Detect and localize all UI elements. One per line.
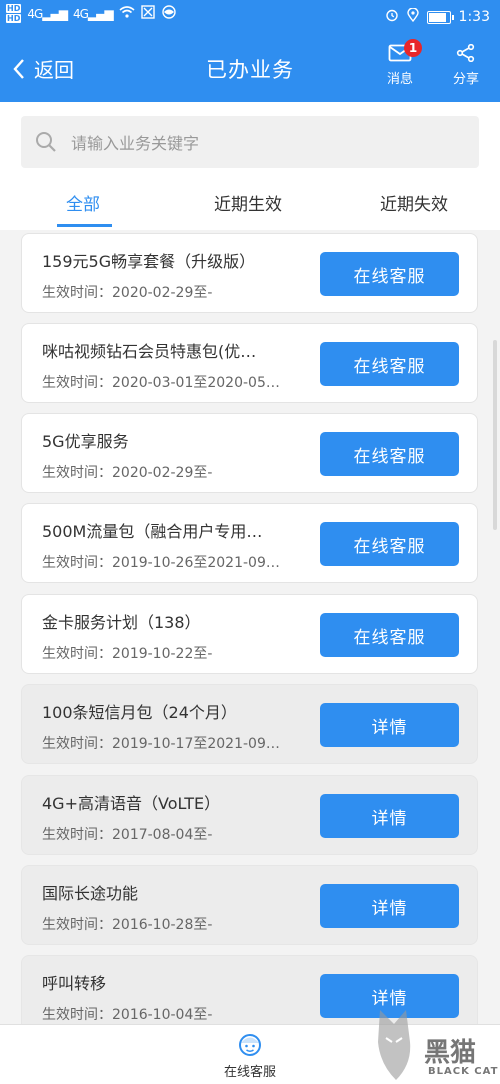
item-date: 生效时间：2019-10-17至2021-09… [42, 736, 280, 752]
online-service-button[interactable]: 在线客服 [320, 613, 459, 657]
list-item: 金卡服务计划（138） 生效时间：2019-10-22至- 在线客服 [21, 594, 478, 674]
online-service-label: 在线客服 [223, 1065, 276, 1080]
list-item: 500M流量包（融合用户专用… 生效时间：2019-10-26至2021-09…… [21, 503, 478, 583]
tab-recently-expired[interactable]: 近期失效 [380, 190, 448, 215]
customer-service-icon [239, 1034, 261, 1056]
details-button[interactable]: 详情 [320, 703, 459, 747]
unread-badge: 1 [404, 39, 422, 57]
item-name: 159元5G畅享套餐（升级版） [42, 252, 256, 271]
nav-header: 返回 已办业务 1 消息 分享 [0, 34, 500, 102]
status-bar: HD HD 4G▂▄▆ 4G▂▄▆ 1:33 [0, 0, 500, 34]
alarm-icon [385, 8, 399, 26]
details-button[interactable]: 详情 [320, 794, 459, 838]
share-label: 分享 [452, 72, 479, 87]
tab-recently-effective[interactable]: 近期生效 [214, 190, 282, 215]
messages-label: 消息 [386, 72, 413, 87]
item-date: 生效时间：2016-10-04至- [42, 1007, 213, 1023]
tab-underline [57, 224, 112, 227]
item-date: 生效时间：2020-03-01至2020-05… [42, 375, 280, 391]
search-box [21, 116, 479, 170]
black-cat-logo-icon [378, 1010, 411, 1080]
details-button[interactable]: 详情 [320, 884, 459, 928]
watermark: 黑猫 BLACK CAT [372, 1000, 500, 1083]
list-item: 159元5G畅享套餐（升级版） 生效时间：2020-02-29至- 在线客服 [21, 233, 478, 313]
search-section [0, 102, 500, 182]
china-mobile-icon [161, 5, 177, 23]
item-name: 500M流量包（融合用户专用… [42, 522, 263, 541]
watermark-title: 黑猫 [424, 1038, 477, 1068]
item-name: 呼叫转移 [42, 974, 107, 993]
search-icon [36, 132, 56, 152]
app-icon [140, 5, 155, 23]
hd-icon: HD HD [6, 4, 22, 23]
item-name: 国际长途功能 [42, 884, 139, 903]
list-item: 5G优享服务 生效时间：2020-02-29至- 在线客服 [21, 413, 478, 493]
online-service-button[interactable]: 在线客服 [320, 522, 459, 566]
item-name: 5G优享服务 [42, 432, 129, 451]
scrollbar[interactable] [493, 340, 497, 530]
item-name: 咪咕视频钻石会员特惠包(优… [42, 342, 257, 361]
item-date: 生效时间：2020-02-29至- [42, 465, 213, 481]
clock-time: 1:33 [458, 9, 490, 25]
online-service-tab[interactable]: 在线客服 [205, 1030, 295, 1080]
share-icon [456, 44, 475, 62]
wifi-icon [119, 6, 135, 22]
list-item: 4G+高清语音（VoLTE） 生效时间：2017-08-04至- 详情 [21, 775, 478, 855]
online-service-button[interactable]: 在线客服 [320, 432, 459, 476]
search-input[interactable] [69, 116, 473, 170]
item-name: 金卡服务计划（138） [42, 613, 201, 632]
item-name: 100条短信月包（24个月） [42, 703, 237, 722]
tab-all[interactable]: 全部 [66, 190, 100, 215]
signal-icon-2: 4G▂▄▆ [72, 7, 114, 21]
item-date: 生效时间：2020-02-29至- [42, 285, 213, 301]
battery-icon [426, 10, 454, 24]
share-button[interactable]: 分享 [440, 44, 492, 87]
list-item: 国际长途功能 生效时间：2016-10-28至- 详情 [21, 865, 478, 945]
online-service-button[interactable]: 在线客服 [320, 252, 459, 296]
item-date: 生效时间：2017-08-04至- [42, 827, 213, 843]
location-icon [406, 7, 419, 26]
signal-icon: 4G▂▄▆ [27, 7, 68, 21]
item-name: 4G+高清语音（VoLTE） [42, 794, 221, 813]
watermark-subtitle: BLACK CAT [428, 1066, 499, 1077]
list-item: 100条短信月包（24个月） 生效时间：2019-10-17至2021-09… … [21, 684, 478, 764]
item-date: 生效时间：2016-10-28至- [42, 917, 213, 933]
messages-button[interactable]: 1 消息 [374, 39, 426, 87]
item-date: 生效时间：2019-10-22至- [42, 646, 213, 662]
filter-tabs: 全部 近期生效 近期失效 [0, 182, 500, 230]
list-item: 咪咕视频钻石会员特惠包(优… 生效时间：2020-03-01至2020-05… … [21, 323, 478, 403]
online-service-button[interactable]: 在线客服 [320, 342, 459, 386]
item-date: 生效时间：2019-10-26至2021-09… [42, 555, 280, 571]
